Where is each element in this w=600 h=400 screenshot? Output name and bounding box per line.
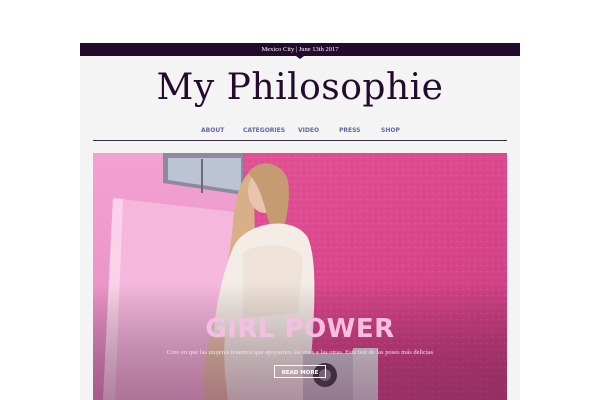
nav-item-about[interactable]: ABOUT — [201, 125, 224, 137]
location-date-text: Mexico City | June 13th 2017 — [261, 46, 339, 53]
main-navigation: ABOUT CATEGORIES VIDEO PRESS SHOP — [80, 125, 520, 137]
post-title[interactable]: GIRL POWER — [93, 313, 507, 345]
post-excerpt: Creo en que las mujeres tenemos que apoy… — [166, 349, 434, 356]
site-title[interactable]: My Philosophie — [80, 64, 520, 112]
nav-divider — [93, 140, 507, 141]
hero-photo — [93, 153, 507, 400]
nav-item-categories[interactable]: CATEGORIES — [243, 125, 285, 137]
featured-post-hero[interactable]: GIRL POWER Creo en que las mujeres tenem… — [93, 153, 507, 400]
read-more-button[interactable]: READ MORE — [274, 365, 326, 378]
nav-item-press[interactable]: PRESS — [339, 125, 361, 137]
top-date-bar: Mexico City | June 13th 2017 — [80, 43, 520, 56]
topbar-caret-icon — [296, 56, 304, 59]
nav-item-video[interactable]: VIDEO — [298, 125, 319, 137]
blog-page: Mexico City | June 13th 2017 My Philosop… — [80, 43, 520, 400]
nav-item-shop[interactable]: SHOP — [381, 125, 400, 137]
